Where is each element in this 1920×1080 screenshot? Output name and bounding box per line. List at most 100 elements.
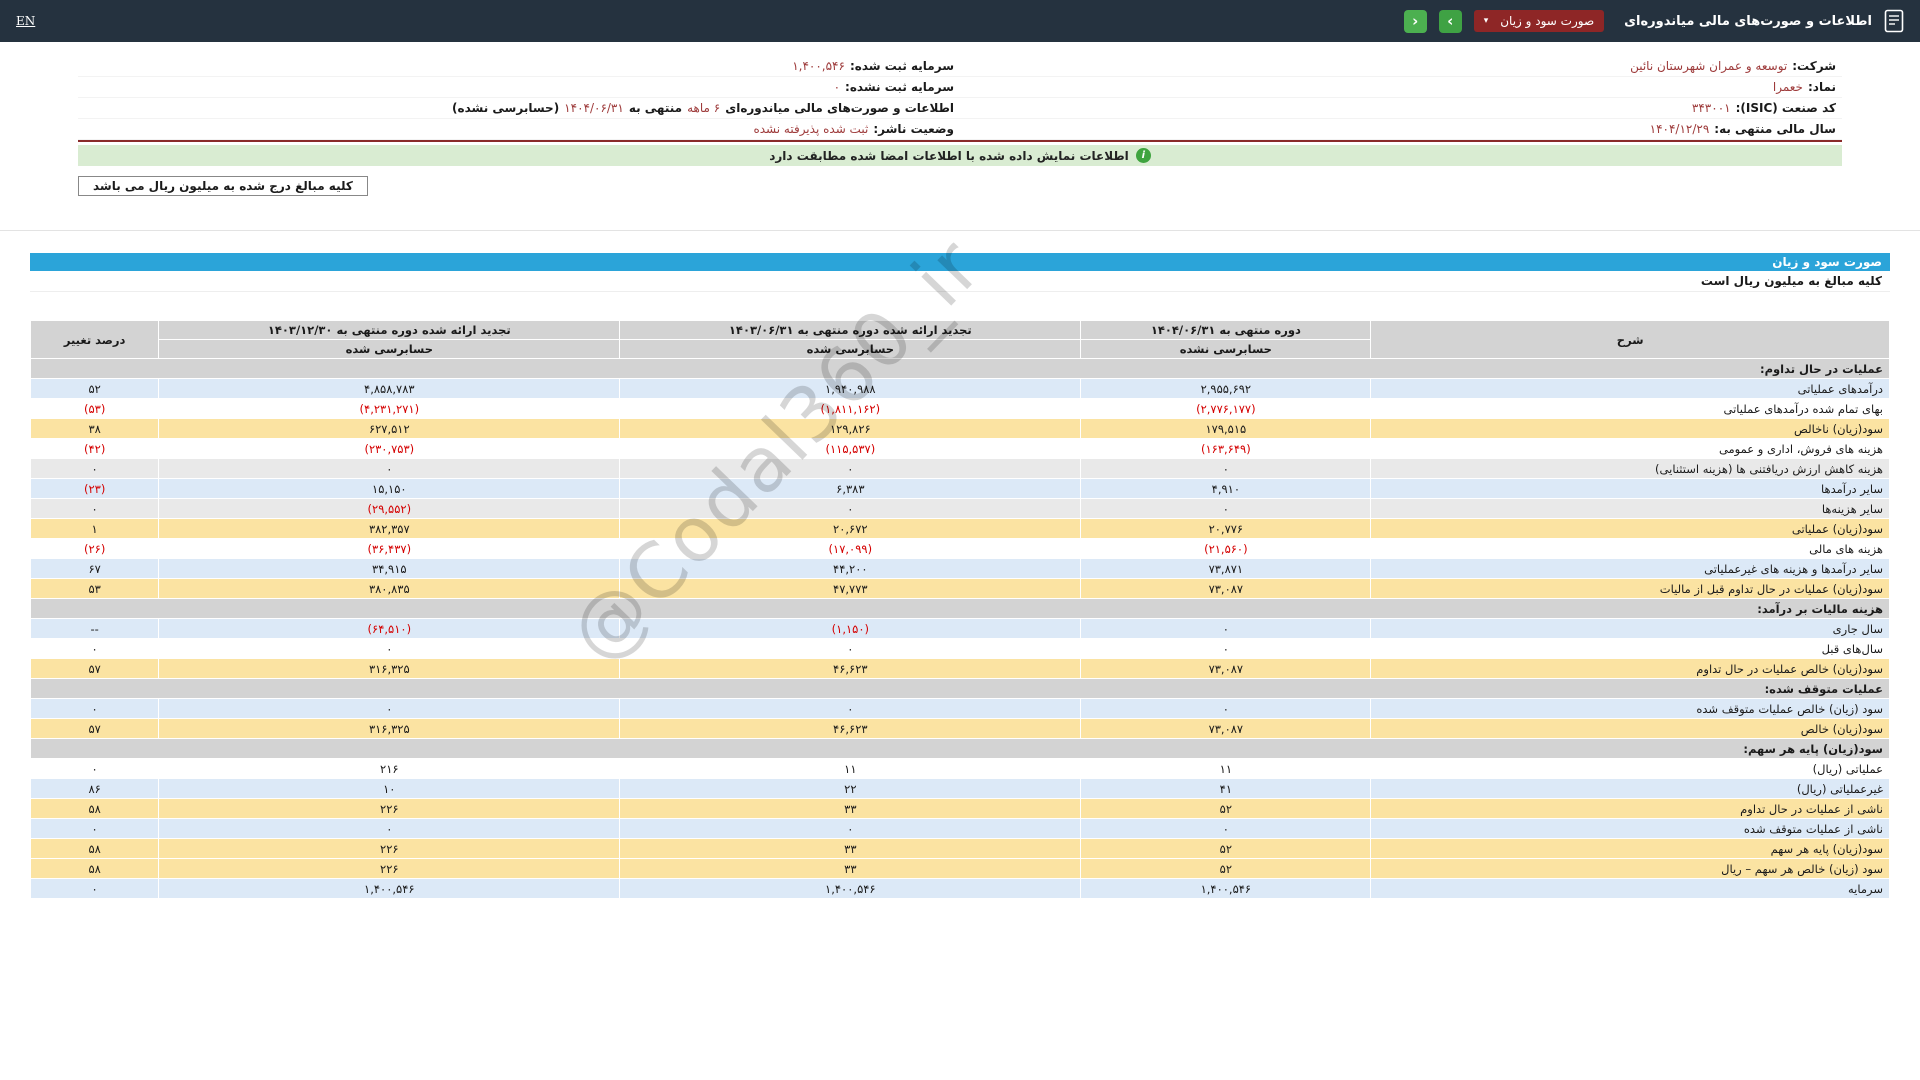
- fiscal-year-value: ۱۴۰۴/۱۲/۲۹: [1649, 122, 1710, 136]
- unregistered-capital-value: ۰: [833, 80, 841, 94]
- statement-data-row: هزینه های مالی (۲۱,۵۶۰) (۱۷,۰۹۹) (۳۶,۴۳۷) (۲…: [29, 538, 1890, 559]
- ticker-symbol-label: نماد:: [1807, 80, 1836, 94]
- page: { "top_bar": { "title": "اطلاعات و صورت‌…: [0, 0, 1920, 1080]
- statement-data-row: سود (زیان) خالص هر سهم – ریال ۵۲ ۳۳ ۲۲۶ ۵۸: [29, 858, 1890, 879]
- report-period-middle: منتهی به: [628, 101, 683, 115]
- statement-data-row: سود(زیان) عملیات در حال تداوم قبل از مال…: [29, 578, 1890, 599]
- col-header-restated-halfyear: تجدید ارائه شده دوره منتهی به ۱۴۰۳/۰۶/۳۱: [619, 320, 1082, 340]
- row-value-cell: (۱۷,۰۹۹): [619, 538, 1082, 559]
- nav-back-button[interactable]: ‹: [1403, 9, 1427, 33]
- row-value-cell: ۷۳,۰۸۷: [1080, 578, 1372, 599]
- row-value-cell: ۳۳: [619, 858, 1082, 879]
- row-value-cell: ۴۶,۶۲۳: [619, 658, 1082, 679]
- row-label-cell: سود(زیان) ناخالص: [1370, 418, 1890, 439]
- row-value-cell: ۰: [158, 818, 621, 839]
- statement-section-row: عملیات متوقف شده:: [30, 678, 1890, 699]
- row-value-cell: ۳۱۶,۳۲۵: [158, 658, 621, 679]
- row-value-cell: (۵۳): [29, 398, 160, 419]
- row-value-cell: ۱,۴۰۰,۵۴۶: [619, 878, 1082, 899]
- nav-forward-button[interactable]: ›: [1438, 9, 1462, 33]
- financial-report-icon: [1884, 9, 1904, 33]
- row-label-cell: سایر درآمدها و هزینه های غیرعملیاتی: [1370, 558, 1890, 579]
- row-value-cell: ۱,۴۰۰,۵۴۶: [158, 878, 621, 899]
- row-value-cell: ۵۸: [29, 798, 160, 819]
- row-value-cell: ۳۸۰,۸۳۵: [158, 578, 621, 599]
- row-value-cell: (۱۶۳,۶۴۹): [1080, 438, 1372, 459]
- col-subheader-audited-year: حسابرسی شده: [158, 339, 621, 359]
- statement-data-row: سال جاری ۰ (۱,۱۵۰) (۶۴,۵۱۰) --: [29, 618, 1890, 639]
- isic-code-value: ۳۴۳۰۰۱: [1691, 101, 1731, 115]
- statement-data-row: سود(زیان) خالص ۷۳,۰۸۷ ۴۶,۶۲۳ ۳۱۶,۳۲۵ ۵۷: [29, 718, 1890, 739]
- row-value-cell: ۵۳: [29, 578, 160, 599]
- row-value-cell: --: [29, 618, 160, 639]
- row-value-cell: ۱: [29, 518, 160, 539]
- statement-data-row: سایر درآمدها ۴,۹۱۰ ۶,۳۸۳ ۱۵,۱۵۰ (۲۳): [29, 478, 1890, 499]
- row-value-cell: ۱,۹۴۰,۹۸۸: [619, 378, 1082, 399]
- row-value-cell: ۵۲: [1080, 798, 1372, 819]
- row-label-cell: سود (زیان) خالص عملیات متوقف شده: [1370, 698, 1890, 719]
- statement-section-row: هزینه مالیات بر درآمد:: [30, 598, 1890, 619]
- row-value-cell: ۶۷: [29, 558, 160, 579]
- row-label-cell: ناشی از عملیات در حال تداوم: [1370, 798, 1890, 819]
- section-title-cell: سود(زیان) پایه هر سهم:: [30, 738, 1890, 759]
- row-value-cell: ۰: [1080, 458, 1372, 479]
- top-bar: اطلاعات و صورت‌های مالی میاندوره‌ای صورت…: [0, 0, 1920, 42]
- income-statement-table: شرح دوره منتهی به ۱۴۰۴/۰۶/۳۱ تجدید ارائه…: [29, 320, 1890, 899]
- row-value-cell: ۵۲: [1080, 858, 1372, 879]
- row-value-cell: ۰: [29, 758, 160, 779]
- fiscal-year-label: سال مالی منتهی به:: [1714, 122, 1836, 136]
- row-value-cell: ۵۸: [29, 858, 160, 879]
- section-title-cell: عملیات در حال تداوم:: [30, 358, 1890, 379]
- statement-data-row: سایر هزینه‌ها ۰ ۰ (۲۹,۵۵۲) ۰: [29, 498, 1890, 519]
- row-value-cell: ۰: [29, 698, 160, 719]
- row-value-cell: ۴۱: [1080, 778, 1372, 799]
- row-value-cell: ۷۳,۰۸۷: [1080, 718, 1372, 739]
- isic-code-field: کد صنعت (ISIC): ۳۴۳۰۰۱: [960, 98, 1842, 119]
- signature-match-banner: i اطلاعات نمایش داده شده با اطلاعات امضا…: [78, 145, 1842, 166]
- row-value-cell: ۴,۸۵۸,۷۸۳: [158, 378, 621, 399]
- publisher-status-field: وضعیت ناشر: ثبت شده پذیرفته نشده: [78, 119, 960, 140]
- statement-data-row: هزینه کاهش ارزش دریافتنی ها (هزینه استثن…: [29, 458, 1890, 479]
- row-value-cell: ۰: [1080, 618, 1372, 639]
- row-value-cell: ۴۷,۷۷۳: [619, 578, 1082, 599]
- fiscal-year-field: سال مالی منتهی به: ۱۴۰۴/۱۲/۲۹: [960, 119, 1842, 140]
- row-value-cell: ۵۷: [29, 718, 160, 739]
- statement-type-dropdown[interactable]: صورت سود و زیان ▾: [1473, 10, 1605, 32]
- row-label-cell: سود (زیان) خالص هر سهم – ریال: [1370, 858, 1890, 879]
- statement-data-row: سود(زیان) خالص عملیات در حال تداوم ۷۳,۰۸۷…: [29, 658, 1890, 679]
- row-label-cell: سود(زیان) پایه هر سهم: [1370, 838, 1890, 859]
- row-label-cell: هزینه های مالی: [1370, 538, 1890, 559]
- report-period-field: اطلاعات و صورت‌های مالی میاندوره‌ای ۶ ما…: [78, 98, 960, 119]
- row-value-cell: ۳۳: [619, 838, 1082, 859]
- row-label-cell: سال جاری: [1370, 618, 1890, 639]
- company-name-value: توسعه و عمران شهرستان نائین: [1630, 59, 1788, 73]
- statement-data-row: سرمایه ۱,۴۰۰,۵۴۶ ۱,۴۰۰,۵۴۶ ۱,۴۰۰,۵۴۶ ۰: [29, 878, 1890, 899]
- row-value-cell: ۰: [158, 698, 621, 719]
- row-value-cell: ۷۳,۸۷۱: [1080, 558, 1372, 579]
- row-value-cell: (۴۲): [29, 438, 160, 459]
- report-period-suffix: (حسابرسی نشده): [452, 101, 560, 115]
- row-value-cell: ۶۲۷,۵۱۲: [158, 418, 621, 439]
- statement-type-value: صورت سود و زیان: [1500, 14, 1595, 28]
- row-value-cell: ۶,۳۸۳: [619, 478, 1082, 499]
- report-period-date: ۱۴۰۴/۰۶/۳۱: [564, 101, 624, 115]
- chevron-right-icon: ›: [1447, 11, 1454, 30]
- section-title-cell: عملیات متوقف شده:: [30, 678, 1890, 699]
- chevron-down-icon: ▾: [1483, 15, 1489, 26]
- language-toggle-en[interactable]: EN: [16, 14, 35, 28]
- col-subheader-unaudited: حسابرسی نشده: [1080, 339, 1372, 359]
- row-value-cell: ۰: [29, 878, 160, 899]
- statement-data-row: بهای تمام شده درآمدهای عملیاتی (۲,۷۷۶,۱۷۷…: [29, 398, 1890, 419]
- statement-data-row: عملیاتی (ریال) ۱۱ ۱۱ ۲۱۶ ۰: [29, 758, 1890, 779]
- row-value-cell: (۲۳): [29, 478, 160, 499]
- row-value-cell: ۸۶: [29, 778, 160, 799]
- unregistered-capital-field: سرمایه ثبت نشده: ۰: [78, 77, 960, 98]
- row-value-cell: ۴,۹۱۰: [1080, 478, 1372, 499]
- row-label-cell: سایر درآمدها: [1370, 478, 1890, 499]
- row-label-cell: درآمدهای عملیاتی: [1370, 378, 1890, 399]
- registered-capital-value: ۱,۴۰۰,۵۴۶: [792, 59, 845, 73]
- row-value-cell: ۳۸۲,۳۵۷: [158, 518, 621, 539]
- row-label-cell: سرمایه: [1370, 878, 1890, 899]
- report-period-duration: ۶ ماهه: [687, 101, 721, 115]
- row-value-cell: ۴۶,۶۲۳: [619, 718, 1082, 739]
